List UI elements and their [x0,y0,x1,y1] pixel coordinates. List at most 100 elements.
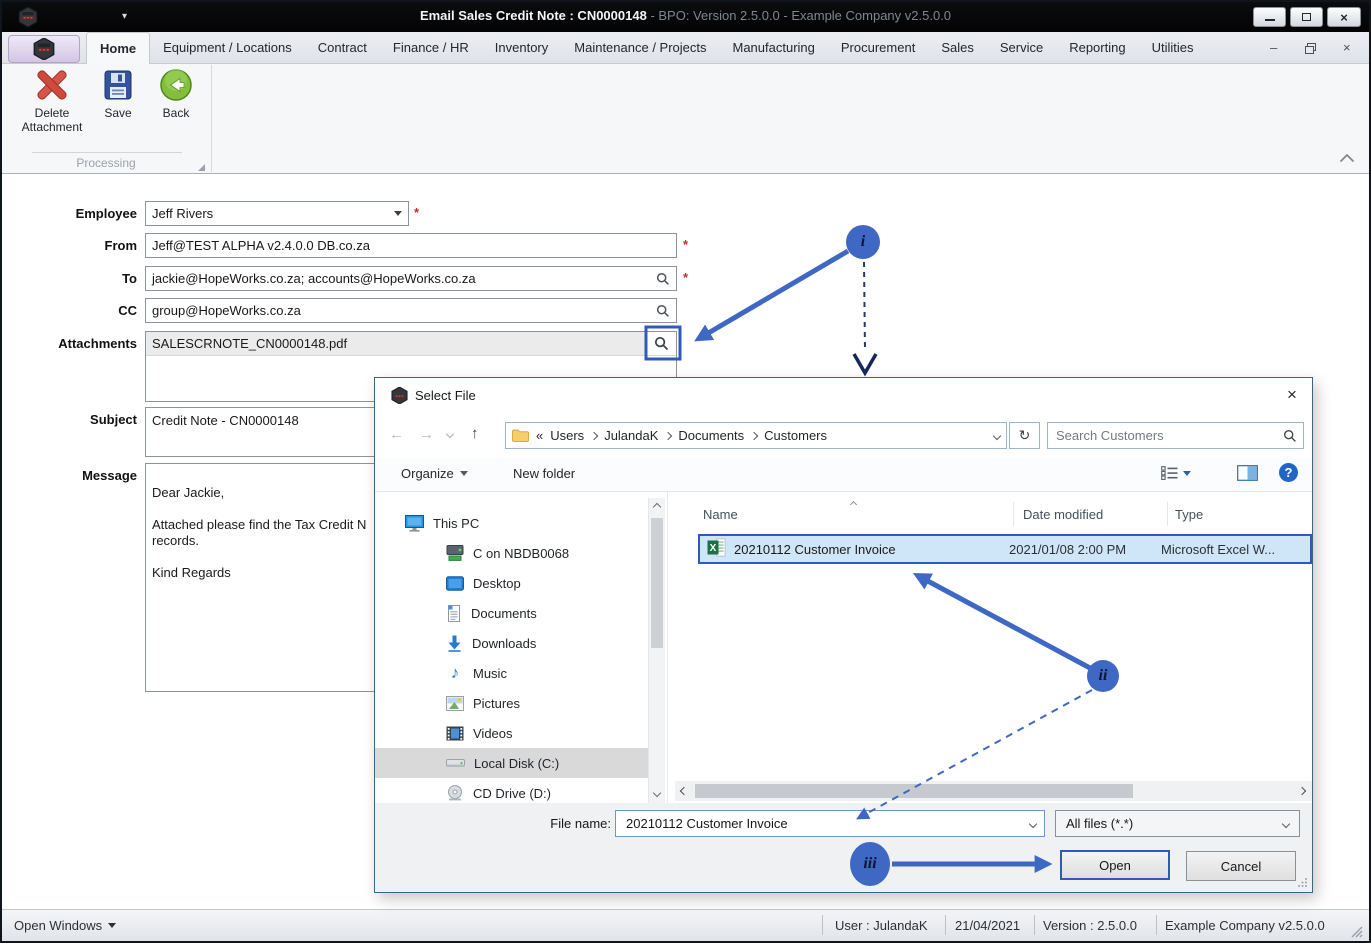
search-input[interactable] [1054,427,1283,444]
organize-menu[interactable]: Organize [401,466,468,481]
sidebar-item-desktop[interactable]: Desktop [375,568,648,598]
sidebar-item-documents[interactable]: Documents [375,598,648,628]
sidebar-item-pictures[interactable]: Pictures [375,688,648,718]
file-row-selected[interactable]: X 20210112 Customer Invoice 2021/01/08 2… [698,534,1312,564]
back-button[interactable]: Back [148,68,204,120]
column-header-type[interactable]: Type [1175,507,1203,522]
column-divider[interactable] [1167,502,1168,526]
sidebar-item-cd-drive-d[interactable]: CD Drive (D:) [375,778,648,803]
tab-service[interactable]: Service [987,32,1056,64]
chevron-down-icon[interactable] [1028,819,1038,828]
close-button[interactable]: × [1327,7,1361,27]
scroll-up-icon[interactable] [652,502,662,512]
open-windows-menu[interactable]: Open Windows [14,918,117,933]
nav-forward-icon[interactable]: → [419,426,434,443]
preview-pane-button[interactable] [1237,465,1258,484]
application-menu-button[interactable] [8,35,80,63]
search-icon[interactable] [656,272,670,286]
desktop-icon [446,575,464,591]
sidebar-item-local-disk-c[interactable]: Local Disk (C:) [375,748,648,778]
chevron-down-icon[interactable] [394,211,402,216]
tab-reporting[interactable]: Reporting [1056,32,1138,64]
status-date: 21/04/2021 [955,918,1021,933]
search-field[interactable] [1047,422,1304,449]
from-label: From [104,238,138,253]
address-dropdown-icon[interactable] [992,431,1002,440]
group-dialog-launcher-icon[interactable] [198,164,205,171]
local-disk-icon [446,758,465,767]
breadcrumb-documents[interactable]: Documents [678,428,744,443]
ribbon-close-icon[interactable]: × [1343,40,1351,55]
organize-label: Organize [401,466,454,481]
sidebar-item-downloads[interactable]: Downloads [375,628,648,658]
tab-maintenance-projects[interactable]: Maintenance / Projects [561,32,719,64]
window-resize-grip[interactable] [1350,925,1363,941]
file-name-input[interactable] [624,815,1030,832]
column-header-date-modified[interactable]: Date modified [1023,507,1103,522]
status-user: User : JulandaK [835,918,928,933]
tab-inventory[interactable]: Inventory [482,32,561,64]
sidebar-item-videos[interactable]: Videos [375,718,648,748]
scrollbar-thumb[interactable] [695,784,1133,798]
search-icon[interactable] [656,304,670,318]
back-label: Back [162,106,190,120]
cancel-button[interactable]: Cancel [1186,851,1296,881]
back-icon [160,69,192,101]
sidebar-scrollbar[interactable] [648,498,665,803]
file-list-scrollbar[interactable] [675,781,1312,801]
attachment-row[interactable]: SALESCRNOTE_CN0000148.pdf [146,332,676,356]
change-view-button[interactable] [1161,466,1191,480]
address-bar[interactable]: « Users JulandaK Documents Customers [505,422,1007,449]
tab-equipment-locations[interactable]: Equipment / Locations [150,32,305,64]
scroll-down-icon[interactable] [652,788,662,798]
breadcrumb-users[interactable]: Users [550,428,584,443]
scroll-right-icon[interactable] [1297,786,1307,796]
attachments-label: Attachments [58,336,137,351]
column-header-name[interactable]: Name [703,507,738,522]
sidebar-item-this-pc[interactable]: This PC [375,508,648,538]
tab-home[interactable]: Home [86,32,151,64]
tab-procurement[interactable]: Procurement [828,32,928,64]
tab-contract[interactable]: Contract [305,32,380,64]
breadcrumb-customers[interactable]: Customers [764,428,827,443]
ribbon-minimize-icon[interactable]: – [1270,40,1277,55]
collapse-ribbon-icon[interactable] [1339,152,1355,167]
window-title-primary: Email Sales Credit Note : CN0000148 [419,8,647,23]
nav-back-icon[interactable]: ← [389,426,404,443]
scrollbar-thumb[interactable] [651,518,663,648]
sidebar-item-c-on-nbdb0068[interactable]: C on NBDB0068 [375,538,648,568]
tab-sales[interactable]: Sales [928,32,987,64]
scroll-left-icon[interactable] [679,786,689,796]
tab-utilities[interactable]: Utilities [1139,32,1207,64]
file-type-dropdown[interactable]: All files (*.*) [1055,810,1300,837]
employee-combobox[interactable]: Jeff Rivers [145,201,409,226]
cc-field[interactable]: group@HopeWorks.co.za [145,298,677,323]
breadcrumb-julandak[interactable]: JulandaK [604,428,658,443]
file-name: 20210112 Customer Invoice [734,541,896,557]
to-field[interactable]: jackie@HopeWorks.co.za; accounts@HopeWor… [145,266,677,291]
breadcrumb-separator-icon [749,431,759,440]
dialog-close-icon[interactable]: × [1278,384,1306,406]
attachment-search-button[interactable] [647,332,676,355]
dialog-resize-grip[interactable] [1297,876,1308,891]
delete-attachment-button[interactable]: Delete Attachment [14,68,90,134]
file-name-combobox[interactable] [615,810,1045,837]
minimize-button[interactable] [1253,7,1286,27]
breadcrumb-separator-icon [664,431,673,440]
breadcrumb-overflow[interactable]: « [536,428,543,443]
open-button[interactable]: Open [1060,850,1170,880]
help-button[interactable]: ? [1279,463,1298,482]
search-icon [654,336,669,351]
maximize-button[interactable] [1290,7,1323,27]
sidebar-item-music[interactable]: ♪ Music [375,658,648,688]
nav-history-chevron-icon[interactable] [445,429,455,439]
from-field[interactable]: Jeff@TEST ALPHA v2.4.0.0 DB.co.za [145,233,677,258]
tab-manufacturing[interactable]: Manufacturing [720,32,828,64]
network-drive-icon [446,545,464,561]
tab-finance-hr[interactable]: Finance / HR [380,32,482,64]
new-folder-button[interactable]: New folder [513,466,575,481]
refresh-button[interactable]: ↻ [1009,422,1040,449]
column-divider[interactable] [1013,502,1014,526]
nav-up-icon[interactable]: ↑ [471,425,479,442]
cd-drive-icon [448,785,462,801]
